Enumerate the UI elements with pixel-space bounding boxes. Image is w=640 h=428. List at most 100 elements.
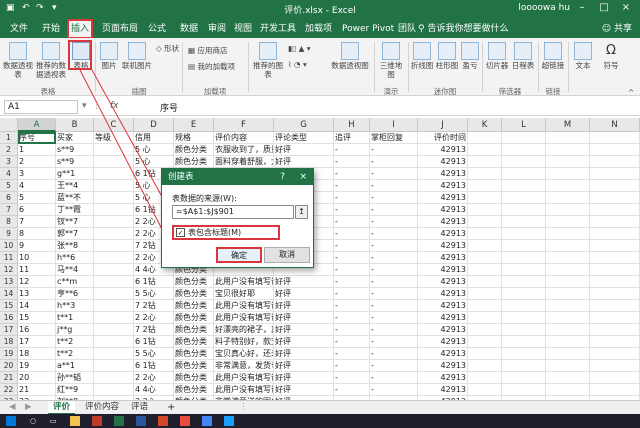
empty-cell[interactable] bbox=[468, 252, 502, 264]
empty-cell[interactable] bbox=[502, 276, 546, 288]
empty-cell[interactable] bbox=[468, 180, 502, 192]
empty-cell[interactable] bbox=[546, 300, 590, 312]
get-addins-button[interactable]: ▦ 应用商店 bbox=[188, 46, 227, 56]
table-cell[interactable] bbox=[94, 216, 134, 228]
table-cell[interactable]: - bbox=[370, 240, 418, 252]
column-header[interactable]: M bbox=[546, 118, 590, 132]
table-cell[interactable]: 42913 bbox=[418, 384, 468, 396]
table-cell[interactable]: 42913 bbox=[418, 240, 468, 252]
table-cell[interactable] bbox=[94, 276, 134, 288]
empty-cell[interactable] bbox=[468, 216, 502, 228]
table-cell[interactable]: 衣服收到了，质量 bbox=[214, 144, 274, 156]
table-cell[interactable]: 42913 bbox=[418, 288, 468, 300]
table-cell[interactable]: 孙**韬 bbox=[56, 372, 94, 384]
empty-cell[interactable] bbox=[546, 168, 590, 180]
maximize-icon[interactable]: □ bbox=[596, 2, 612, 16]
table-cell[interactable]: - bbox=[370, 348, 418, 360]
table-cell[interactable] bbox=[94, 348, 134, 360]
table-cell[interactable]: 42913 bbox=[418, 300, 468, 312]
table-cell[interactable]: 掌柜回复 bbox=[370, 132, 418, 144]
table-cell[interactable]: 42913 bbox=[418, 348, 468, 360]
row-header[interactable]: 21 bbox=[0, 372, 18, 384]
table-cell[interactable]: 5 5心 bbox=[134, 288, 174, 300]
table-cell[interactable]: a**1 bbox=[56, 360, 94, 372]
table-cell[interactable]: - bbox=[370, 372, 418, 384]
line-chart-gallery[interactable]: ⌇ ◔ ▾ bbox=[288, 60, 307, 70]
empty-cell[interactable] bbox=[546, 264, 590, 276]
empty-cell[interactable] bbox=[590, 324, 640, 336]
table-cell[interactable]: - bbox=[370, 300, 418, 312]
table-cell[interactable] bbox=[94, 312, 134, 324]
table-cell[interactable]: 好评 bbox=[274, 156, 334, 168]
table-cell[interactable]: - bbox=[370, 384, 418, 396]
table-cell[interactable]: 评价时间 bbox=[418, 132, 468, 144]
empty-cell[interactable] bbox=[546, 180, 590, 192]
empty-cell[interactable] bbox=[468, 204, 502, 216]
table-cell[interactable]: - bbox=[370, 360, 418, 372]
empty-cell[interactable] bbox=[590, 132, 640, 144]
empty-cell[interactable] bbox=[546, 132, 590, 144]
tab-file[interactable]: 文件 bbox=[8, 21, 30, 37]
name-box[interactable]: A1 bbox=[4, 100, 78, 114]
table-cell[interactable]: 好评 bbox=[274, 336, 334, 348]
table-cell[interactable]: 5 心 bbox=[134, 156, 174, 168]
my-addins-button[interactable]: ▤ 我的加载项 bbox=[188, 62, 235, 72]
empty-cell[interactable] bbox=[546, 276, 590, 288]
empty-cell[interactable] bbox=[502, 312, 546, 324]
empty-cell[interactable] bbox=[502, 324, 546, 336]
empty-cell[interactable] bbox=[502, 204, 546, 216]
table-cell[interactable]: 好评 bbox=[274, 300, 334, 312]
table-cell[interactable]: - bbox=[334, 156, 370, 168]
table-cell[interactable] bbox=[94, 144, 134, 156]
table-cell[interactable]: 买家 bbox=[56, 132, 94, 144]
table-cell[interactable]: 42913 bbox=[418, 312, 468, 324]
column-header[interactable]: L bbox=[502, 118, 546, 132]
table-cell[interactable]: 此用户没有填写评 bbox=[214, 372, 274, 384]
sparkline-line-button[interactable]: 折线图 bbox=[410, 42, 434, 70]
empty-cell[interactable] bbox=[590, 156, 640, 168]
empty-cell[interactable] bbox=[590, 312, 640, 324]
table-cell[interactable]: 2 bbox=[18, 156, 56, 168]
row-header[interactable]: 20 bbox=[0, 360, 18, 372]
table-cell[interactable]: 15 bbox=[18, 312, 56, 324]
table-cell[interactable]: 5 心 bbox=[134, 144, 174, 156]
row-header[interactable]: 17 bbox=[0, 324, 18, 336]
table-cell[interactable]: 6 1钻 bbox=[134, 276, 174, 288]
table-cell[interactable]: - bbox=[334, 372, 370, 384]
empty-cell[interactable] bbox=[590, 180, 640, 192]
table-cell[interactable] bbox=[94, 360, 134, 372]
table-cell[interactable]: - bbox=[370, 168, 418, 180]
empty-cell[interactable] bbox=[468, 240, 502, 252]
table-cell[interactable]: 12 bbox=[18, 276, 56, 288]
taskview-icon[interactable]: ▭ bbox=[48, 416, 58, 426]
table-cell[interactable]: 蓝**不 bbox=[56, 192, 94, 204]
tell-me-search[interactable]: ⚲ 告诉我你想要做什么 bbox=[418, 21, 508, 37]
row-header[interactable]: 7 bbox=[0, 204, 18, 216]
table-cell[interactable] bbox=[94, 240, 134, 252]
empty-cell[interactable] bbox=[546, 336, 590, 348]
table-cell[interactable]: 颜色分类 bbox=[174, 372, 214, 384]
table-cell[interactable]: 红**9 bbox=[56, 384, 94, 396]
table-cell[interactable]: 好评 bbox=[274, 288, 334, 300]
table-cell[interactable] bbox=[94, 336, 134, 348]
table-cell[interactable]: - bbox=[370, 276, 418, 288]
empty-cell[interactable] bbox=[590, 264, 640, 276]
empty-cell[interactable] bbox=[468, 348, 502, 360]
table-cell[interactable]: - bbox=[370, 156, 418, 168]
table-cell[interactable]: 颜色分类 bbox=[174, 312, 214, 324]
table-cell[interactable]: 钗**7 bbox=[56, 216, 94, 228]
table-cell[interactable]: 21 bbox=[18, 384, 56, 396]
empty-cell[interactable] bbox=[590, 228, 640, 240]
table-cell[interactable]: 19 bbox=[18, 360, 56, 372]
table-cell[interactable]: 好评 bbox=[274, 372, 334, 384]
user-name[interactable]: loooowa hu bbox=[518, 3, 570, 13]
tab-formulas[interactable]: 公式 bbox=[146, 21, 168, 37]
table-cell[interactable]: 此用户没有填写评 bbox=[214, 300, 274, 312]
close-icon[interactable]: × bbox=[618, 2, 634, 16]
row-header[interactable]: 19 bbox=[0, 348, 18, 360]
table-cell[interactable] bbox=[94, 264, 134, 276]
table-cell[interactable] bbox=[94, 252, 134, 264]
xmind-icon[interactable] bbox=[180, 416, 190, 426]
table-cell[interactable]: 颜色分类 bbox=[174, 144, 214, 156]
empty-cell[interactable] bbox=[590, 144, 640, 156]
